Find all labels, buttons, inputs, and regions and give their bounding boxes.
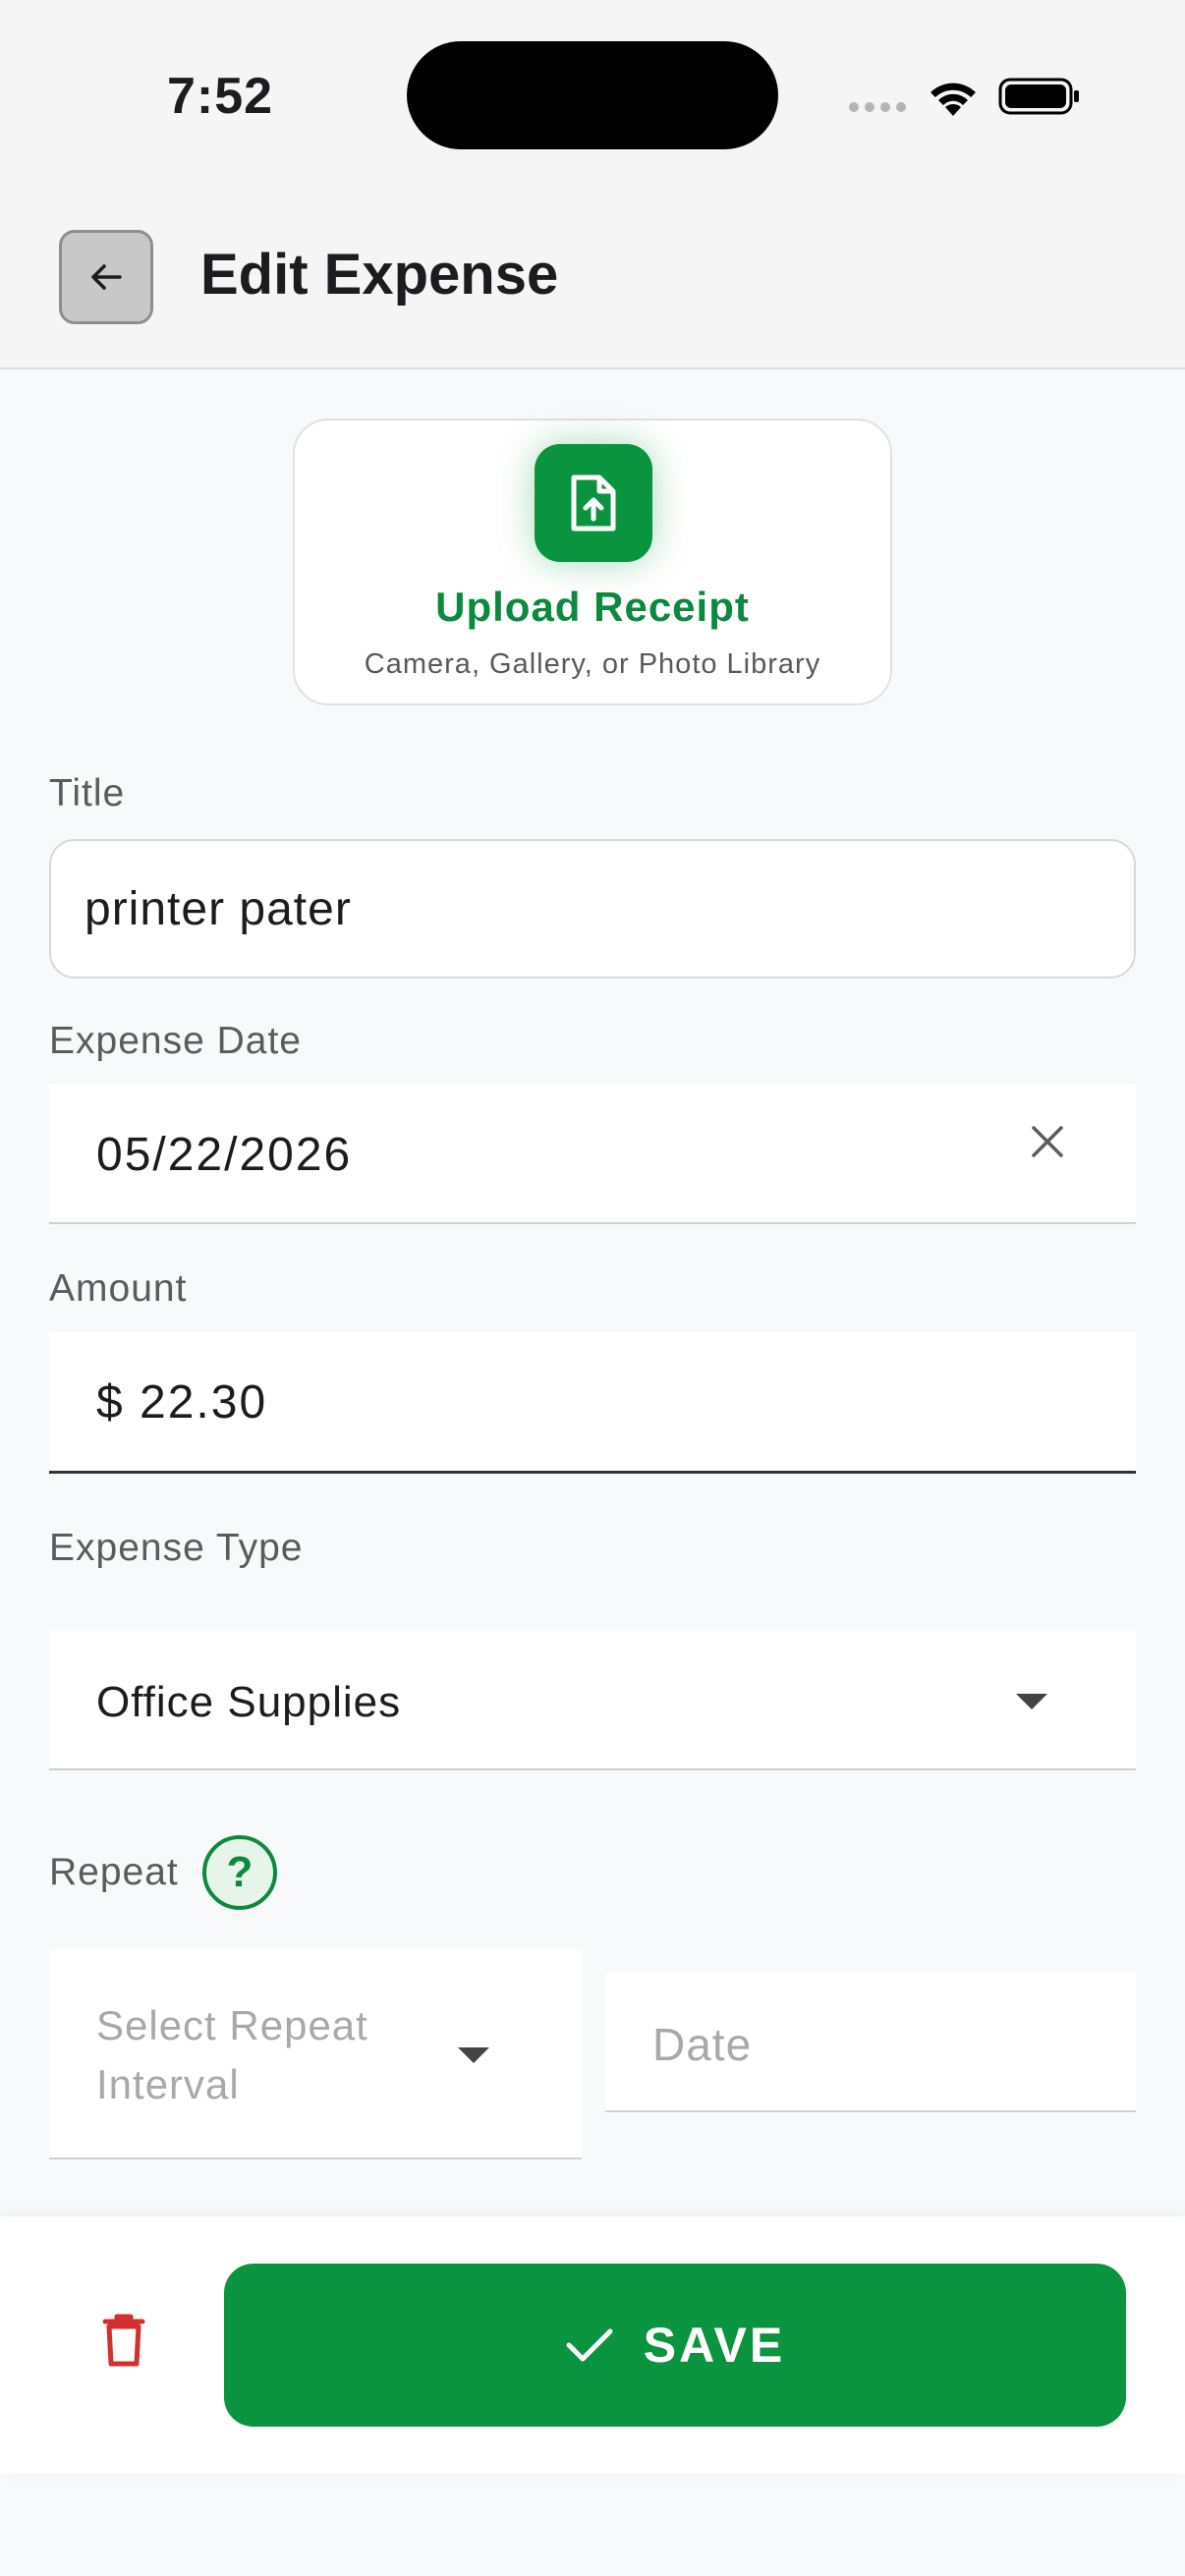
status-time: 7:52 [167, 68, 274, 125]
checkmark-icon [566, 2328, 613, 2362]
upload-receipt-title: Upload Receipt [435, 584, 750, 630]
save-button-label: SAVE [643, 2318, 786, 2373]
title-label: Title [49, 772, 126, 814]
amount-field[interactable]: $ 22.30 [49, 1332, 1136, 1474]
expense-type-value: Office Supplies [96, 1678, 402, 1726]
amount-value: $ 22.30 [96, 1376, 268, 1428]
wifi-icon [931, 83, 976, 116]
repeat-interval-select[interactable]: Select Repeat Interval [49, 1949, 582, 2159]
caret-down-icon [458, 2047, 489, 2063]
cellular-signal-icon [849, 102, 908, 116]
expense-date-value: 05/22/2026 [96, 1129, 353, 1181]
close-icon[interactable] [1024, 1118, 1071, 1165]
help-icon[interactable]: ? [202, 1835, 277, 1910]
expense-date-field[interactable]: 05/22/2026 [49, 1085, 1136, 1224]
delete-button[interactable] [88, 2301, 159, 2380]
repeat-date-field[interactable]: Date [605, 1973, 1136, 2112]
expense-date-label: Expense Date [49, 1020, 302, 1062]
title-input[interactable] [49, 839, 1136, 979]
upload-receipt-card[interactable]: Upload Receipt Camera, Gallery, or Photo… [293, 419, 892, 705]
back-button[interactable] [59, 230, 153, 324]
save-button[interactable]: SAVE [224, 2264, 1126, 2427]
caret-down-icon [1016, 1694, 1047, 1709]
expense-type-label: Expense Type [49, 1527, 304, 1569]
trash-icon [102, 2314, 145, 2367]
page-title: Edit Expense [200, 243, 559, 307]
bottom-action-bar: SAVE [0, 2216, 1185, 2474]
expense-type-select[interactable]: Office Supplies [49, 1631, 1136, 1770]
repeat-date-placeholder: Date [652, 2019, 753, 2070]
battery-icon [998, 78, 1079, 115]
app-header: Edit Expense [0, 187, 1185, 369]
repeat-label: Repeat [49, 1851, 179, 1893]
upload-receipt-subtitle: Camera, Gallery, or Photo Library [364, 648, 821, 680]
upload-icon-box [535, 444, 652, 562]
file-upload-icon [571, 475, 616, 532]
status-bar: 7:52 [0, 0, 1185, 187]
amount-label: Amount [49, 1267, 188, 1310]
dynamic-island [407, 41, 778, 149]
back-arrow-icon [91, 264, 122, 290]
repeat-interval-placeholder: Select Repeat Interval [96, 2002, 368, 2107]
